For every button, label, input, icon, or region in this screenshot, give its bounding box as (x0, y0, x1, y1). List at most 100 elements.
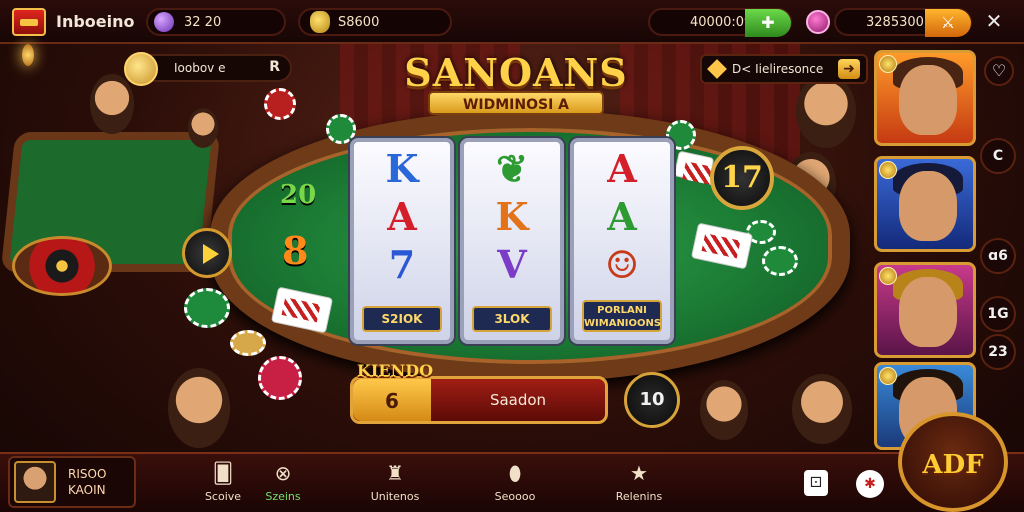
arrow-right-icon[interactable]: ➜ (838, 59, 860, 79)
reel-symbol: 7 (388, 242, 416, 287)
gems-value: 32 20 (184, 14, 222, 30)
coins-pill[interactable]: 40000:09 ✚ (648, 8, 792, 37)
gold-value: S8600 (338, 14, 380, 30)
player-avatar-front (792, 374, 852, 444)
table-number-bottom: 8 (282, 228, 309, 273)
avatar-card[interactable] (874, 262, 976, 358)
reel-symbol: K (385, 146, 419, 191)
reel-2: ❦ K V 3LOK (460, 138, 564, 344)
reel-symbol: A (387, 194, 417, 239)
pink-gem-icon (806, 10, 830, 34)
coin-icon (124, 52, 158, 86)
drop-icon: ⬮ (508, 461, 522, 485)
close-icon[interactable]: ✕ (982, 10, 1006, 34)
bet-value[interactable]: 6 (353, 379, 431, 421)
logo-title: SANOANS (404, 50, 628, 95)
pencil-icon (707, 59, 727, 79)
side-button[interactable]: 23 (980, 334, 1016, 370)
reel-symbol: A (607, 194, 637, 239)
badge-icon (879, 161, 897, 179)
badge-icon (879, 367, 897, 385)
info-pill-end: R (269, 59, 280, 75)
nav-label: Unitenos (370, 490, 420, 503)
reel-symbol: K (495, 194, 529, 239)
reel-label: 3LOK (472, 306, 552, 332)
nav-label: Szeins (265, 490, 301, 503)
player-avatar-bg (188, 108, 218, 148)
brand-name: Inboeino (56, 12, 135, 31)
info-pill[interactable]: Ioobov e R (124, 52, 292, 86)
side-button[interactable]: 1G (980, 296, 1016, 332)
add-premium-button[interactable]: ⚔ (925, 9, 971, 37)
avatar-card[interactable] (874, 156, 976, 252)
dice-icon[interactable]: ⚀ (804, 470, 828, 496)
lamp-icon (22, 44, 34, 66)
nav-label: Seoooo (494, 490, 536, 503)
chip-icon (258, 356, 302, 400)
avatar-card[interactable] (874, 50, 976, 146)
nav-label: Relenins (615, 490, 663, 503)
notice-bar[interactable]: D< Iieliresonce ➜ (700, 54, 868, 84)
chip-icon (184, 288, 230, 328)
nav-item-seoooo[interactable]: ⬮ Seoooo (480, 460, 550, 508)
coins-value: 40000:09 (690, 14, 753, 30)
bet-round-button[interactable]: 10 (624, 372, 680, 428)
gold-pill[interactable]: S8600 (298, 8, 452, 36)
player-avatar-front (168, 368, 230, 448)
reel-symbol: ☺ (604, 242, 640, 287)
reel-1: K A 7 S2IOK (350, 138, 454, 344)
nav-item-unitenos[interactable]: ♜ Unitenos (360, 460, 430, 508)
side-button[interactable]: C (980, 138, 1016, 174)
settings-icon[interactable]: ✱ (856, 470, 884, 498)
avatar-face (899, 171, 957, 241)
gold-bag-icon (310, 11, 330, 33)
avatar (14, 461, 56, 503)
bet-title: KIENDO (357, 361, 434, 380)
side-button[interactable]: ɑ6 (980, 238, 1016, 274)
game-logo: SANOANS WIDMINOSI A (398, 50, 634, 128)
flag-icon[interactable] (12, 8, 46, 36)
table-number-top: 20 (280, 180, 317, 210)
chip-icon (762, 246, 798, 276)
chip-icon (230, 330, 266, 356)
profile-line-2: KAOIN (68, 483, 106, 497)
gems-pill[interactable]: 32 20 (146, 8, 286, 36)
heart-icon[interactable]: ♡ (984, 56, 1014, 86)
corner-badge[interactable]: ADF (898, 412, 1008, 512)
avatar-face (899, 65, 957, 135)
gem-icon (154, 12, 174, 32)
top-bar: Inboeino 32 20 S8600 40000:09 ✚ 3285300 … (0, 0, 1024, 44)
reel-symbol: V (497, 242, 527, 287)
trophy-icon: ♜ (386, 461, 404, 485)
add-coins-button[interactable]: ✚ (745, 9, 791, 37)
info-pill-text: Ioobov e (174, 61, 226, 75)
bet-bar[interactable]: KIENDO 6 Saadon (350, 361, 608, 424)
play-button[interactable] (182, 228, 232, 278)
premium-pill[interactable]: 3285300 ⚔ (834, 8, 972, 37)
chip-icon (264, 88, 296, 120)
reel-label: S2IOK (362, 306, 442, 332)
reel-symbol: ❦ (496, 146, 528, 191)
number-badge: 17 (710, 146, 774, 210)
reel-symbol: A (607, 146, 637, 191)
badge-icon (879, 267, 897, 285)
profile-card[interactable]: RISOO KAOIN (8, 456, 136, 508)
nav-item-szeins[interactable]: ⊗ Szeins (248, 460, 318, 508)
nav-item-relenins[interactable]: ★ Relenins (604, 460, 674, 508)
badge-icon (879, 55, 897, 73)
star-icon: ★ (630, 461, 648, 485)
reel-label: PORLANI WIMANIOONS (582, 300, 662, 332)
bet-text: Saadon (489, 391, 547, 409)
avatar-face (899, 277, 957, 347)
player-avatar-bg (90, 74, 134, 134)
reel-3: A A ☺ PORLANI WIMANIOONS (570, 138, 674, 344)
notice-text: D< Iieliresonce (732, 62, 824, 76)
profile-line-1: RISOO (68, 467, 107, 481)
corner-badge-text: ADF (922, 450, 984, 480)
player-avatar-bg (796, 74, 856, 148)
player-avatar-front (700, 380, 748, 440)
premium-value: 3285300 (866, 14, 924, 30)
cards-icon: 🂠 (212, 461, 234, 485)
profile-name: RISOO KAOIN (68, 466, 106, 498)
chip-icon: ⊗ (274, 461, 292, 485)
